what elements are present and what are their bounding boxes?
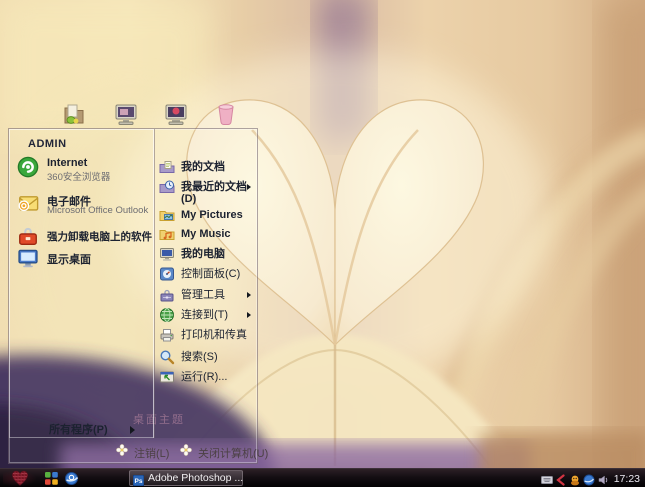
shutdown-flower-icon bbox=[179, 443, 193, 457]
recycle-bin-icon[interactable] bbox=[213, 101, 239, 127]
start-menu-item-email[interactable]: 电子邮件 Microsoft Office Outlook bbox=[15, 192, 151, 220]
my-music-icon bbox=[159, 226, 175, 242]
taskbar: Ps Adobe Photoshop ... bbox=[0, 468, 645, 487]
start-menu-item-force-uninstall[interactable]: 强力卸载电脑上的软件 bbox=[15, 225, 151, 247]
submenu-arrow-icon bbox=[130, 426, 135, 434]
recent-documents-icon bbox=[159, 179, 175, 195]
network-computer-icon[interactable] bbox=[163, 101, 189, 127]
pinned-item-title: Internet bbox=[47, 157, 87, 169]
pinned-item-title: 强力卸载电脑上的软件 bbox=[47, 229, 152, 244]
my-pictures-icon bbox=[159, 207, 175, 223]
my-computer-icon bbox=[159, 246, 175, 262]
connect-to-icon bbox=[159, 307, 175, 323]
start-menu-left-panel: ADMIN Internet 360安全浏览器 电子邮件 Mic bbox=[9, 129, 155, 438]
system-tray: 17:23 bbox=[541, 469, 643, 487]
input-method-icon[interactable] bbox=[541, 473, 553, 485]
submenu-arrow-icon bbox=[247, 184, 251, 190]
start-button[interactable] bbox=[3, 470, 37, 487]
pinned-item-title: 显示桌面 bbox=[47, 251, 91, 267]
uninstall-tool-icon bbox=[17, 225, 39, 247]
volume-icon[interactable] bbox=[597, 473, 609, 485]
admin-tools-icon bbox=[159, 287, 175, 303]
control-panel-icon bbox=[159, 266, 175, 282]
all-programs-label: 所有程序(P) bbox=[49, 424, 108, 436]
start-menu-user-name: ADMIN bbox=[28, 138, 67, 150]
start-menu: ADMIN Internet 360安全浏览器 电子邮件 Mic bbox=[8, 128, 258, 464]
printers-faxes-icon bbox=[159, 327, 175, 343]
logoff-flower-icon bbox=[115, 443, 129, 457]
submenu-arrow-icon bbox=[247, 292, 251, 298]
clock[interactable]: 17:23 bbox=[611, 473, 643, 485]
photoshop-icon: Ps bbox=[133, 473, 144, 484]
my-documents-icon bbox=[159, 159, 175, 175]
start-menu-item-internet[interactable]: Internet 360安全浏览器 bbox=[15, 156, 151, 184]
submenu-arrow-icon bbox=[247, 312, 251, 318]
run-icon bbox=[159, 369, 175, 385]
all-programs-button[interactable]: 所有程序(P) bbox=[49, 421, 135, 437]
heart-start-icon bbox=[5, 470, 35, 486]
task-button-label: Adobe Photoshop ... bbox=[148, 472, 243, 484]
svg-text:Ps: Ps bbox=[135, 478, 143, 485]
taskbar-task-photoshop[interactable]: Ps Adobe Photoshop ... bbox=[129, 470, 243, 486]
desktop: 桌面主题 ADMIN Internet 360安全浏览器 bbox=[0, 0, 645, 487]
my-computer-icon[interactable] bbox=[113, 101, 139, 127]
internet-explorer-icon[interactable] bbox=[64, 471, 79, 486]
globe-icon[interactable] bbox=[583, 473, 595, 485]
theme-manager-icon[interactable] bbox=[44, 471, 59, 486]
search-icon bbox=[159, 349, 175, 365]
show-desktop-icon bbox=[17, 247, 39, 269]
pinned-item-subtitle: 360安全浏览器 bbox=[47, 169, 110, 183]
pinned-item-subtitle: Microsoft Office Outlook bbox=[47, 205, 148, 216]
documents-folder-icon[interactable] bbox=[61, 101, 87, 127]
start-menu-item-show-desktop[interactable]: 显示桌面 bbox=[15, 247, 151, 269]
red-chevron-icon[interactable] bbox=[555, 473, 567, 485]
pet-icon[interactable] bbox=[569, 473, 581, 485]
outlook-icon bbox=[17, 192, 39, 214]
360-browser-icon bbox=[17, 156, 39, 178]
